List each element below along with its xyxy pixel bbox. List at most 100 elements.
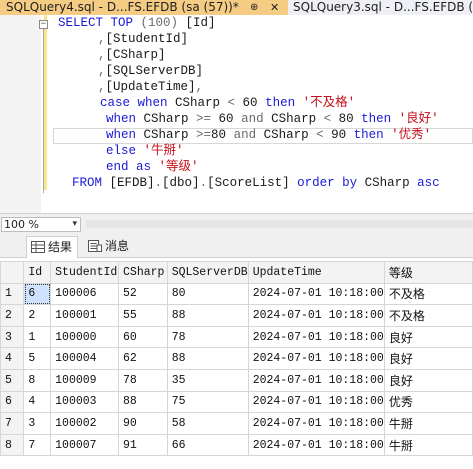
table-cell[interactable]: 2024-07-01 10:18:00 — [247, 347, 385, 370]
column-header[interactable]: UpdateTime — [247, 261, 385, 284]
code-token: [EFDB] — [109, 176, 155, 190]
code-line: ,[CSharp] — [98, 47, 166, 63]
table-cell[interactable]: 88 — [166, 304, 249, 327]
column-header[interactable]: Id — [23, 261, 52, 284]
table-cell[interactable]: 66 — [166, 433, 249, 457]
table-cell[interactable]: 7 — [23, 433, 52, 457]
table-cell[interactable]: 优秀 — [383, 390, 473, 414]
table-cell[interactable]: 2024-07-01 10:18:00 — [247, 282, 385, 306]
table-cell[interactable]: 100004 — [50, 347, 120, 370]
table-cell[interactable]: 100002 — [50, 412, 120, 435]
table-cell[interactable]: 不及格 — [383, 282, 473, 306]
table-cell[interactable]: 80 — [166, 282, 249, 306]
zoom-select[interactable]: 100 % ▾ — [1, 217, 81, 232]
code-line: FROM [EFDB].[dbo].[ScoreList] order by C… — [72, 175, 440, 191]
table-cell[interactable]: 78 — [118, 368, 168, 392]
tab-results[interactable]: 结果 — [26, 236, 78, 258]
horizontal-scrollbar[interactable] — [86, 220, 473, 228]
table-row[interactable]: 3 1 100000 60 78 2024-07-01 10:18:00 良好 — [0, 325, 473, 349]
table-cell[interactable]: 3 — [23, 412, 52, 435]
code-token: 80 — [211, 128, 234, 142]
table-cell[interactable]: 2 — [23, 304, 52, 327]
code-token: '不及格' — [302, 96, 356, 110]
column-header[interactable]: SQLServerDB — [166, 261, 249, 284]
table-row[interactable]: 7 3 100002 90 58 2024-07-01 10:18:00 牛掰 — [0, 412, 473, 435]
table-cell[interactable]: 100009 — [50, 368, 120, 392]
table-cell[interactable]: 100006 — [50, 282, 120, 306]
table-cell[interactable]: 6 — [23, 282, 52, 306]
row-number[interactable]: 5 — [0, 368, 25, 392]
table-row[interactable]: 1 6 100006 52 80 2024-07-01 10:18:00 不及格 — [0, 282, 473, 306]
table-cell[interactable]: 88 — [118, 390, 168, 414]
table-cell[interactable]: 良好 — [383, 325, 473, 349]
column-header[interactable]: 等级 — [383, 261, 473, 284]
table-cell[interactable]: 8 — [23, 368, 52, 392]
table-row[interactable]: 8 7 100007 91 66 2024-07-01 10:18:00 牛掰 — [0, 433, 473, 457]
table-cell[interactable]: 52 — [118, 282, 168, 306]
tab-messages[interactable]: 消息 — [84, 236, 136, 258]
code-token: and — [233, 128, 264, 142]
table-cell[interactable]: 2024-07-01 10:18:00 — [247, 325, 385, 349]
table-cell[interactable]: 55 — [118, 304, 168, 327]
table-row[interactable]: 6 4 100003 88 75 2024-07-01 10:18:00 优秀 — [0, 390, 473, 414]
row-number[interactable]: 8 — [0, 433, 25, 457]
table-cell[interactable]: 不及格 — [383, 304, 473, 327]
table-cell[interactable]: 90 — [118, 412, 168, 435]
row-number[interactable]: 3 — [0, 325, 25, 349]
query-editor[interactable]: − SELECT TOP (100) [Id] ,[StudentId] ,[CSh… — [0, 15, 473, 213]
code-text: SELECT TOP (100) [Id] ,[StudentId] ,[CShar… — [0, 15, 473, 213]
tab-sqlquery4[interactable]: SQLQuery4.sql - D...FS.EFDB (sa (57))* — [0, 0, 288, 15]
table-cell[interactable]: 62 — [118, 347, 168, 370]
table-cell[interactable]: 100001 — [50, 304, 120, 327]
code-token: . — [154, 176, 163, 190]
table-cell[interactable]: 良好 — [383, 347, 473, 370]
table-row[interactable]: 2 2 100001 55 88 2024-07-01 10:18:00 不及格 — [0, 304, 473, 327]
code-line: case when CSharp < 60 then '不及格' — [100, 95, 355, 111]
column-header[interactable]: CSharp — [118, 261, 168, 284]
table-cell[interactable]: 4 — [23, 390, 52, 414]
table-cell[interactable]: 2024-07-01 10:18:00 — [247, 433, 385, 457]
table-cell[interactable]: 88 — [166, 347, 249, 370]
row-number[interactable]: 7 — [0, 412, 25, 435]
header-row: Id StudentId CSharp SQLServerDB UpdateTi… — [0, 261, 473, 284]
code-line: when CSharp >=80 and CSharp < 90 then '优… — [106, 127, 431, 143]
table-cell[interactable]: 100003 — [50, 390, 120, 414]
table-cell[interactable]: 58 — [166, 412, 249, 435]
table-row[interactable]: 4 5 100004 62 88 2024-07-01 10:18:00 良好 — [0, 347, 473, 370]
table-cell[interactable]: 良好 — [383, 368, 473, 392]
table-cell[interactable]: 78 — [166, 325, 249, 349]
table-cell[interactable]: 2024-07-01 10:18:00 — [247, 304, 385, 327]
code-line: ,[SQLServerDB] — [98, 63, 203, 79]
table-cell[interactable]: 1 — [23, 325, 52, 349]
table-cell[interactable]: 2024-07-01 10:18:00 — [247, 412, 385, 435]
column-header[interactable]: StudentId — [50, 261, 120, 284]
table-row[interactable]: 5 8 100009 78 35 2024-07-01 10:18:00 良好 — [0, 368, 473, 392]
row-number[interactable]: 2 — [0, 304, 25, 327]
table-cell[interactable]: 35 — [166, 368, 249, 392]
table-cell[interactable]: 牛掰 — [383, 412, 473, 435]
code-token: when — [106, 112, 144, 126]
pin-icon[interactable]: ⊕ — [250, 0, 258, 15]
results-grid[interactable]: Id StudentId CSharp SQLServerDB UpdateTi… — [0, 258, 473, 469]
close-icon[interactable]: ✕ — [270, 0, 279, 15]
row-number[interactable]: 4 — [0, 347, 25, 370]
table-cell[interactable]: 2024-07-01 10:18:00 — [247, 368, 385, 392]
code-token: CSharp — [143, 112, 197, 126]
row-number[interactable]: 6 — [0, 390, 25, 414]
tab-sqlquery3-title: SQLQuery3.sql - D...FS.EFDB (sa (60)) — [293, 0, 473, 14]
code-token: [UpdateTime] — [105, 80, 196, 94]
row-number[interactable]: 1 — [0, 282, 25, 306]
table-cell[interactable]: 100000 — [50, 325, 120, 349]
table-cell[interactable]: 60 — [118, 325, 168, 349]
table-cell[interactable]: 75 — [166, 390, 249, 414]
table-cell[interactable]: 牛掰 — [383, 433, 473, 457]
table-cell[interactable]: 91 — [118, 433, 168, 457]
table-cell[interactable]: 100007 — [50, 433, 120, 457]
corner-cell[interactable] — [0, 261, 25, 284]
tab-sqlquery3[interactable]: SQLQuery3.sql - D...FS.EFDB (sa (60)) — [291, 0, 473, 15]
code-token: 60 — [242, 96, 266, 110]
results-table[interactable]: Id StudentId CSharp SQLServerDB UpdateTi… — [0, 261, 473, 457]
code-token: then — [265, 96, 303, 110]
table-cell[interactable]: 2024-07-01 10:18:00 — [247, 390, 385, 414]
table-cell[interactable]: 5 — [23, 347, 52, 370]
